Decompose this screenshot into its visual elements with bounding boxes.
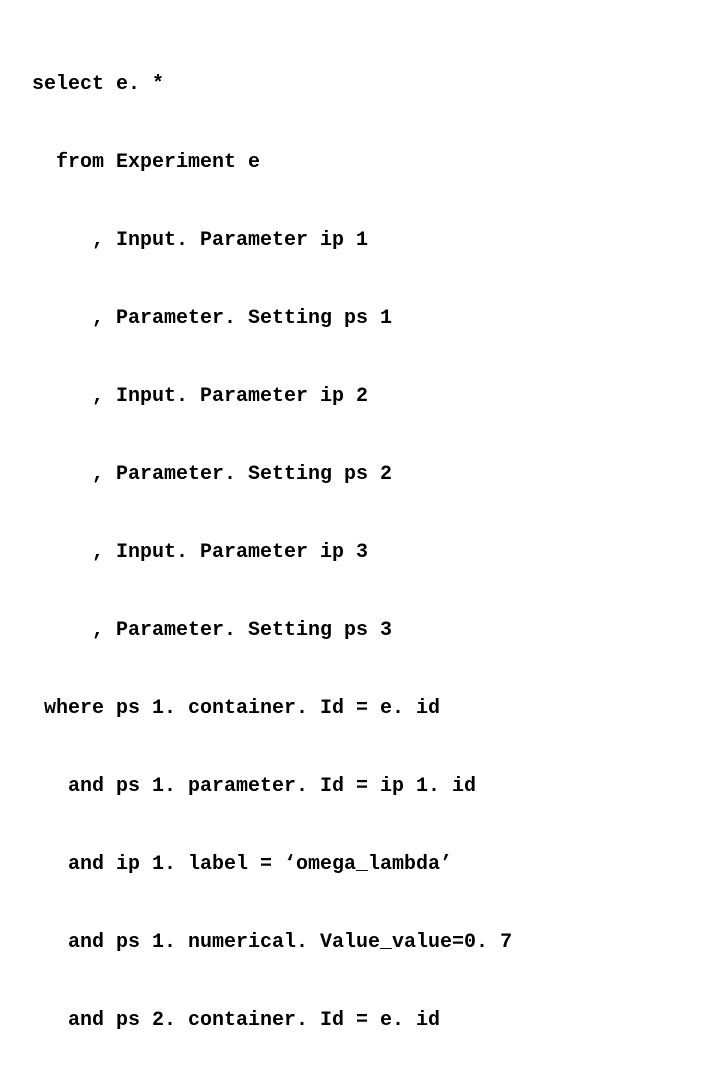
code-line: fromExperiment e bbox=[20, 150, 700, 176]
code-line: whereps 1. container. Id = e. id bbox=[20, 696, 700, 722]
code-rest: e. * bbox=[116, 72, 164, 98]
keyword: , bbox=[20, 384, 116, 410]
keyword: , bbox=[20, 462, 116, 488]
code-rest: Input. Parameter ip 3 bbox=[116, 540, 368, 566]
keyword: and bbox=[20, 930, 116, 956]
code-line: andip 1. label = ‘omega_lambda’ bbox=[20, 852, 700, 878]
keyword: and bbox=[20, 1008, 116, 1034]
code-rest: Input. Parameter ip 2 bbox=[116, 384, 368, 410]
code-line: andps 2. container. Id = e. id bbox=[20, 1008, 700, 1034]
code-line: ,Input. Parameter ip 2 bbox=[20, 384, 700, 410]
code-rest: Input. Parameter ip 1 bbox=[116, 228, 368, 254]
keyword: where bbox=[20, 696, 116, 722]
keyword: select bbox=[20, 72, 116, 98]
code-line: andps 1. parameter. Id = ip 1. id bbox=[20, 774, 700, 800]
code-rest: ps 2. container. Id = e. id bbox=[116, 1008, 440, 1034]
code-line: ,Input. Parameter ip 3 bbox=[20, 540, 700, 566]
code-line: ,Parameter. Setting ps 2 bbox=[20, 462, 700, 488]
code-rest: ps 1. parameter. Id = ip 1. id bbox=[116, 774, 476, 800]
keyword: , bbox=[20, 618, 116, 644]
code-line: andps 1. numerical. Value_value=0. 7 bbox=[20, 930, 700, 956]
code-rest: Parameter. Setting ps 1 bbox=[116, 306, 392, 332]
code-rest: ps 1. container. Id = e. id bbox=[116, 696, 440, 722]
code-rest: ps 1. numerical. Value_value=0. 7 bbox=[116, 930, 512, 956]
keyword: and bbox=[20, 852, 116, 878]
keyword: from bbox=[20, 150, 116, 176]
keyword: , bbox=[20, 306, 116, 332]
code-rest: Parameter. Setting ps 2 bbox=[116, 462, 392, 488]
code-line: ,Parameter. Setting ps 3 bbox=[20, 618, 700, 644]
sql-code-block: selecte. * fromExperiment e ,Input. Para… bbox=[20, 20, 700, 1080]
code-rest: Parameter. Setting ps 3 bbox=[116, 618, 392, 644]
code-rest: Experiment e bbox=[116, 150, 260, 176]
code-line: ,Parameter. Setting ps 1 bbox=[20, 306, 700, 332]
keyword: and bbox=[20, 774, 116, 800]
keyword: , bbox=[20, 228, 116, 254]
code-rest: ip 1. label = ‘omega_lambda’ bbox=[116, 852, 452, 878]
keyword: , bbox=[20, 540, 116, 566]
code-line: ,Input. Parameter ip 1 bbox=[20, 228, 700, 254]
code-line: selecte. * bbox=[20, 72, 700, 98]
